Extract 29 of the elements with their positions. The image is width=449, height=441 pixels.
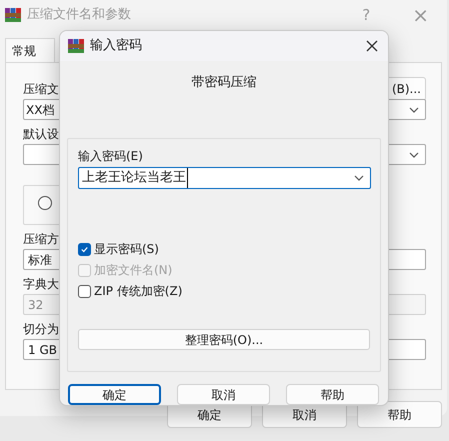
checkbox-label: 加密文件名(N) — [94, 262, 172, 279]
tab[interactable]: 常规 — [5, 38, 55, 62]
checkbox-label: ZIP 传统加密(Z) — [94, 283, 182, 300]
checkbox[interactable] — [78, 284, 91, 298]
button[interactable]: 帮助 — [286, 384, 379, 405]
button[interactable]: 帮助 — [357, 401, 442, 428]
chevron-down-icon[interactable] — [409, 106, 419, 112]
field-label: 字典大 — [23, 276, 59, 292]
close-icon[interactable] — [366, 40, 378, 52]
chevron-down-icon[interactable] — [354, 175, 364, 181]
field-label: 压缩方 — [23, 231, 59, 247]
field-label: 切分为 — [23, 321, 59, 337]
field-label: 输入密码(E) — [78, 148, 143, 164]
radio-button[interactable] — [38, 196, 52, 210]
chevron-down-icon[interactable] — [409, 152, 419, 158]
checkbox-label: 显示密码(S) — [94, 241, 159, 258]
button[interactable]: 确定 — [68, 384, 161, 405]
password-field[interactable]: 上老王论坛当老王 — [78, 167, 371, 189]
dialog-heading: 带密码压缩 — [190, 74, 258, 92]
field-label: 压缩文 — [23, 81, 59, 97]
check-icon — [80, 244, 89, 254]
field-label: 默认设 — [23, 126, 59, 142]
button[interactable]: 取消 — [177, 384, 270, 405]
window-title: 压缩文件名和参数 — [27, 6, 131, 24]
organize-button[interactable]: 整理密码(O)... — [78, 329, 370, 350]
books-logo-icon — [5, 7, 21, 23]
dialog-title: 输入密码 — [90, 37, 142, 56]
books-logo-icon — [68, 38, 84, 54]
checkbox[interactable] — [78, 242, 91, 256]
